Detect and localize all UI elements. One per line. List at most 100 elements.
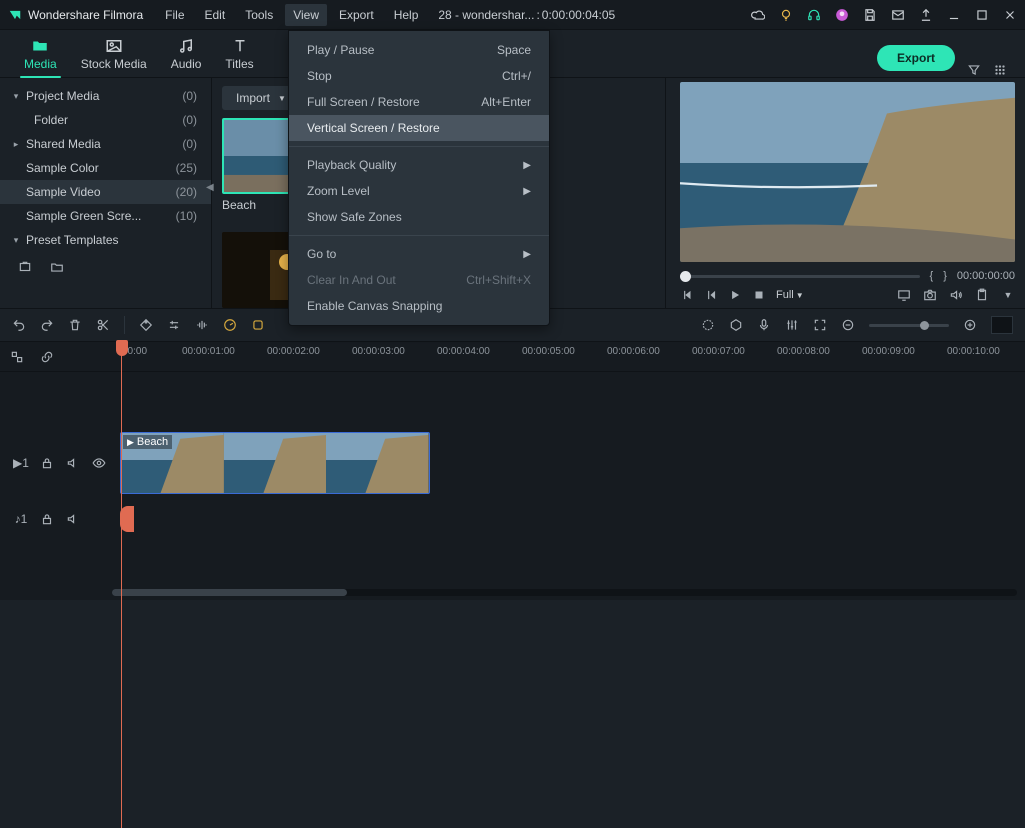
tick: 00:00:10:00 (947, 346, 1000, 357)
menu-safe-zones[interactable]: Show Safe Zones (289, 204, 549, 230)
lock-icon[interactable] (40, 456, 54, 470)
clipboard-icon[interactable] (975, 288, 989, 302)
menu-zoom-level[interactable]: Zoom Level▶ (289, 178, 549, 204)
sidebar-sample-video[interactable]: Sample Video(20) (0, 180, 211, 204)
menu-playback-quality[interactable]: Playback Quality▶ (289, 152, 549, 178)
frame-back-icon[interactable] (704, 288, 718, 302)
tag-icon[interactable] (139, 318, 153, 332)
menu-view[interactable]: View (285, 4, 327, 26)
share-icon[interactable] (919, 8, 933, 22)
display-settings-icon[interactable] (897, 288, 911, 302)
video-track-1: ▶1 ▶Beach (0, 426, 1025, 500)
audio-marker[interactable] (120, 506, 134, 532)
zoom-slider[interactable] (869, 324, 949, 327)
filter-icon[interactable] (967, 63, 981, 77)
marker-icon[interactable] (729, 318, 743, 332)
eye-icon[interactable] (92, 456, 106, 470)
mute-icon[interactable] (66, 512, 80, 526)
project-info[interactable]: 28 - wondershar... : 0:00:00:04:05 (438, 8, 615, 22)
preview-viewport[interactable] (680, 82, 1015, 262)
project-name: 28 - wondershar... (438, 8, 534, 22)
tab-media[interactable]: Media (12, 31, 69, 77)
step-back-icon[interactable] (680, 288, 694, 302)
ruler-ticks: 00:00 00:00:01:00 00:00:02:00 00:00:03:0… (122, 342, 1025, 371)
menu-file[interactable]: File (157, 4, 192, 26)
menu-fullscreen[interactable]: Full Screen / RestoreAlt+Enter (289, 89, 549, 115)
collapse-handle-icon[interactable]: ◀ (206, 182, 214, 193)
delete-icon[interactable] (68, 318, 82, 332)
timeline-scroll-thumb[interactable] (112, 589, 347, 596)
render-icon[interactable] (701, 318, 715, 332)
zoom-in-icon[interactable] (963, 318, 977, 332)
tick: 00:00:09:00 (862, 346, 915, 357)
text-icon (231, 37, 249, 55)
scrub-track[interactable] (680, 275, 920, 278)
color-icon[interactable] (251, 318, 265, 332)
menu-stop[interactable]: StopCtrl+/ (289, 63, 549, 89)
tick: 00:00:02:00 (267, 346, 320, 357)
close-icon[interactable] (1003, 8, 1017, 22)
sidebar-shared-media[interactable]: ▸Shared Media(0) (0, 132, 211, 156)
undo-icon[interactable] (12, 318, 26, 332)
mark-out-icon[interactable]: } (943, 270, 947, 282)
sidebar-preset-templates[interactable]: ▾Preset Templates (0, 228, 211, 252)
timeline-clip-beach[interactable]: ▶Beach (120, 432, 430, 494)
zoom-out-icon[interactable] (841, 318, 855, 332)
lock-icon[interactable] (40, 512, 54, 526)
quality-dropdown[interactable]: Full▼ (776, 289, 804, 301)
grid-icon[interactable] (993, 63, 1007, 77)
speed-icon[interactable] (223, 318, 237, 332)
play-icon[interactable] (728, 288, 742, 302)
sidebar-sample-green[interactable]: Sample Green Scre...(10) (0, 204, 211, 228)
link-icon[interactable] (40, 350, 54, 364)
chevron-down-icon[interactable]: ▼ (1001, 288, 1015, 302)
audio-wave-icon[interactable] (195, 318, 209, 332)
bulb-icon[interactable] (779, 8, 793, 22)
sidebar-project-media[interactable]: ▾Project Media(0) (0, 84, 211, 108)
sidebar-folder[interactable]: Folder(0) (0, 108, 211, 132)
mark-in-icon[interactable]: { (930, 270, 934, 282)
menu-play-pause[interactable]: Play / PauseSpace (289, 37, 549, 63)
mail-icon[interactable] (891, 8, 905, 22)
menu-help[interactable]: Help (386, 4, 427, 26)
maximize-icon[interactable] (975, 8, 989, 22)
snapshot-icon[interactable] (923, 288, 937, 302)
headset-icon[interactable] (807, 8, 821, 22)
scrub-knob[interactable] (680, 271, 691, 282)
tick: 00:00:05:00 (522, 346, 575, 357)
menu-edit[interactable]: Edit (197, 4, 234, 26)
tab-audio[interactable]: Audio (159, 31, 214, 77)
menu-tools[interactable]: Tools (237, 4, 281, 26)
menu-canvas-snapping[interactable]: Enable Canvas Snapping (289, 293, 549, 319)
minimize-icon[interactable] (947, 8, 961, 22)
save-icon[interactable] (863, 8, 877, 22)
cloud-icon[interactable] (751, 8, 765, 22)
stop-icon[interactable] (752, 288, 766, 302)
timeline-layers-icon[interactable] (10, 350, 24, 364)
new-bin-icon[interactable] (18, 260, 32, 274)
redo-icon[interactable] (40, 318, 54, 332)
tab-stock-media[interactable]: Stock Media (69, 31, 159, 77)
mute-icon[interactable] (66, 456, 80, 470)
split-icon[interactable] (96, 318, 110, 332)
sidebar-sample-color[interactable]: Sample Color(25) (0, 156, 211, 180)
menu-vertical-screen[interactable]: Vertical Screen / Restore (289, 115, 549, 141)
menu-goto[interactable]: Go to▶ (289, 241, 549, 267)
tab-titles[interactable]: Titles (213, 31, 265, 77)
adjust-icon[interactable] (167, 318, 181, 332)
new-folder-icon[interactable] (50, 260, 64, 274)
zoom-knob[interactable] (920, 321, 929, 330)
mixer-icon[interactable] (785, 318, 799, 332)
fit-icon[interactable] (813, 318, 827, 332)
view-menu-dropdown: Play / PauseSpace StopCtrl+/ Full Screen… (288, 30, 550, 326)
timeline-scrollbar[interactable] (112, 589, 1017, 596)
voiceover-icon[interactable] (757, 318, 771, 332)
timeline-ruler[interactable]: 00:00 00:00:01:00 00:00:02:00 00:00:03:0… (0, 342, 1025, 372)
audio-track-icon[interactable]: ♪1 (14, 512, 28, 526)
menu-export-top[interactable]: Export (331, 4, 382, 26)
volume-icon[interactable] (949, 288, 963, 302)
video-track-icon[interactable]: ▶1 (14, 456, 28, 470)
timeline-options-icon[interactable] (991, 316, 1013, 334)
avatar-icon[interactable] (835, 8, 849, 22)
export-button[interactable]: Export (877, 45, 955, 71)
